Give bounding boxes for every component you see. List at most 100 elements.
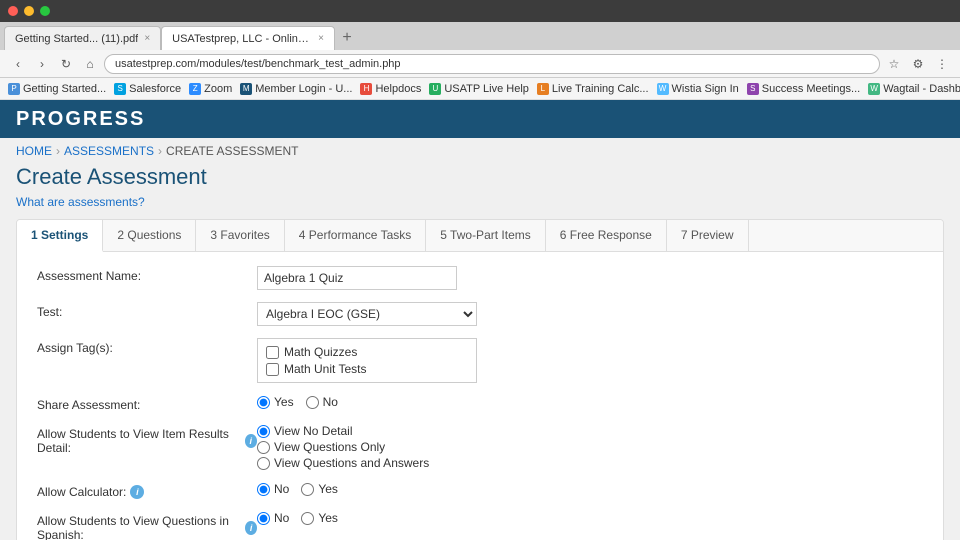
wizard-tab-preview[interactable]: 7 Preview [667,220,749,251]
share-no[interactable]: No [306,395,338,409]
wizard-tab-two-part[interactable]: 5 Two-Part Items [426,220,545,251]
bookmark-label: USATP Live Help [444,83,529,95]
bookmark-icon: L [537,83,549,95]
tab-getting-started[interactable]: Getting Started... (11).pdf × [4,26,161,50]
view-questions-answers[interactable]: View Questions and Answers [257,456,923,470]
tab-label-active: USATestprep, LLC - Online St... [172,33,312,45]
spanish-info-icon[interactable]: i [245,521,257,535]
spanish-no-radio[interactable] [257,512,270,525]
wizard-tab-questions[interactable]: 2 Questions [103,220,196,251]
wizard-tab-free-response[interactable]: 6 Free Response [546,220,667,251]
form-body: Assessment Name: Test: Algebra I EOC (GS… [17,252,943,540]
menu-icon[interactable]: ⋮ [932,54,952,74]
tabs-bar: Getting Started... (11).pdf × USATestpre… [0,22,960,50]
share-no-radio[interactable] [306,396,319,409]
share-yes-radio[interactable] [257,396,270,409]
calculator-yes[interactable]: Yes [301,482,338,496]
breadcrumb-sep-1: › [56,144,60,158]
breadcrumb-home[interactable]: HOME [16,144,52,158]
tab-close-icon[interactable]: × [144,33,150,44]
tags-checkbox-group: Math Quizzes Math Unit Tests [257,338,477,383]
view-no-detail[interactable]: View No Detail [257,424,923,438]
allow-calculator-field: No Yes [257,482,923,496]
spanish-yes[interactable]: Yes [301,511,338,525]
calculator-radio-group: No Yes [257,482,923,496]
close-dot[interactable] [8,6,18,16]
view-questions-only-radio[interactable] [257,441,270,454]
spanish-radio-group: No Yes [257,511,923,525]
bookmark-label: Wistia Sign In [672,83,739,95]
bookmark-member-login[interactable]: M Member Login - U... [240,83,352,95]
form-card: 1 Settings 2 Questions 3 Favorites 4 Per… [16,219,944,540]
bookmark-icon: W [868,83,880,95]
calculator-no-radio[interactable] [257,483,270,496]
test-select[interactable]: Algebra I EOC (GSE) [257,302,477,326]
forward-button[interactable]: › [32,54,52,74]
bookmark-success[interactable]: S Success Meetings... [747,83,860,95]
wizard-tab-performance[interactable]: 4 Performance Tasks [285,220,427,251]
bookmark-icon: S [114,83,126,95]
bookmark-label: Zoom [204,83,232,95]
bookmark-zoom[interactable]: Z Zoom [189,83,232,95]
wizard-tab-favorites[interactable]: 3 Favorites [196,220,284,251]
view-no-detail-radio[interactable] [257,425,270,438]
view-item-results-info-icon[interactable]: i [245,434,257,448]
tag-math-unit-tests[interactable]: Math Unit Tests [266,362,468,376]
spanish-field: No Yes [257,511,923,525]
bookmark-icon: H [360,83,372,95]
tag-math-unit-tests-checkbox[interactable] [266,363,279,376]
test-field: Algebra I EOC (GSE) [257,302,923,326]
tab-usatestprep[interactable]: USATestprep, LLC - Online St... × [161,26,335,50]
refresh-button[interactable]: ↻ [56,54,76,74]
share-radio-group: Yes No [257,395,923,409]
spanish-no[interactable]: No [257,511,289,525]
calculator-yes-radio[interactable] [301,483,314,496]
bookmark-label: Success Meetings... [762,83,860,95]
calculator-no-label: No [274,482,289,496]
spanish-yes-radio[interactable] [301,512,314,525]
minimize-dot[interactable] [24,6,34,16]
bookmark-star-icon[interactable]: ☆ [884,54,904,74]
assessment-name-input[interactable] [257,266,457,290]
home-button[interactable]: ⌂ [80,54,100,74]
bookmark-usatp[interactable]: U USATP Live Help [429,83,529,95]
assessment-name-row: Assessment Name: [37,266,923,290]
extensions-icon[interactable]: ⚙ [908,54,928,74]
bookmark-label: Member Login - U... [255,83,352,95]
bookmark-getting-started[interactable]: P Getting Started... [8,83,106,95]
url-bar[interactable]: usatestprep.com/modules/test/benchmark_t… [104,54,880,74]
bookmark-wistia[interactable]: W Wistia Sign In [657,83,739,95]
wizard-tab-settings[interactable]: 1 Settings [17,220,103,252]
bookmark-wagtail[interactable]: W Wagtail - Dashboa... [868,83,960,95]
help-link[interactable]: What are assessments? [16,195,145,209]
tag-math-quizzes-checkbox[interactable] [266,346,279,359]
tag-math-unit-tests-label: Math Unit Tests [284,362,366,376]
browser-chrome [0,0,960,22]
tag-math-quizzes[interactable]: Math Quizzes [266,345,468,359]
new-tab-button[interactable]: + [335,26,359,50]
share-yes[interactable]: Yes [257,395,294,409]
allow-calculator-info-icon[interactable]: i [130,485,144,499]
bookmark-icon: P [8,83,20,95]
spanish-no-label: No [274,511,289,525]
assessment-name-label: Assessment Name: [37,266,257,283]
logo: PROGRESS [16,108,145,131]
bookmark-training-cal[interactable]: L Live Training Calc... [537,83,649,95]
bookmark-icon: U [429,83,441,95]
tab-close-active-icon[interactable]: × [318,33,324,44]
test-label: Test: [37,302,257,319]
view-questions-only[interactable]: View Questions Only [257,440,923,454]
view-no-detail-label: View No Detail [274,424,352,438]
wizard-tabs: 1 Settings 2 Questions 3 Favorites 4 Per… [17,220,943,252]
maximize-dot[interactable] [40,6,50,16]
view-item-results-label: Allow Students to View Item Results Deta… [37,424,257,455]
back-button[interactable]: ‹ [8,54,28,74]
breadcrumb-assessments[interactable]: ASSESSMENTS [64,144,154,158]
bookmark-helpdocs[interactable]: H Helpdocs [360,83,421,95]
bookmark-salesforce[interactable]: S Salesforce [114,83,181,95]
calculator-no[interactable]: No [257,482,289,496]
share-assessment-row: Share Assessment: Yes No [37,395,923,412]
url-text: usatestprep.com/modules/test/benchmark_t… [115,58,401,70]
view-questions-answers-radio[interactable] [257,457,270,470]
view-questions-answers-label: View Questions and Answers [274,456,429,470]
